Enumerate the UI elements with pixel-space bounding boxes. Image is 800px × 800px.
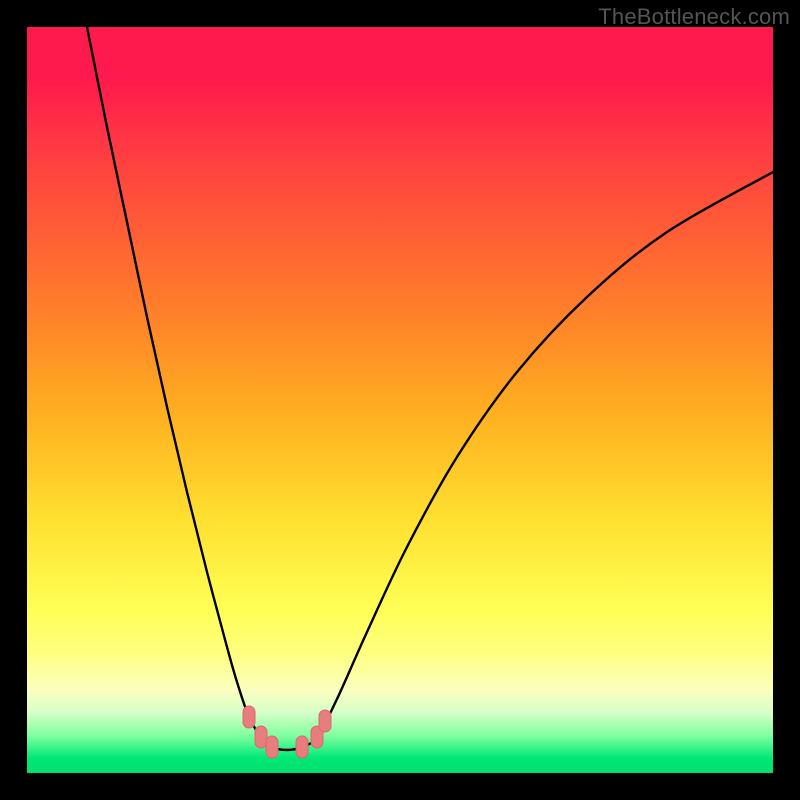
curve-marker [266,736,278,758]
chart-plot-area [27,27,773,773]
curve-marker [319,710,331,732]
curve-marker [243,706,255,728]
curve-marker [296,736,308,758]
curve-marker [255,726,267,748]
curve-path [87,27,773,750]
bottleneck-curve [27,27,773,773]
